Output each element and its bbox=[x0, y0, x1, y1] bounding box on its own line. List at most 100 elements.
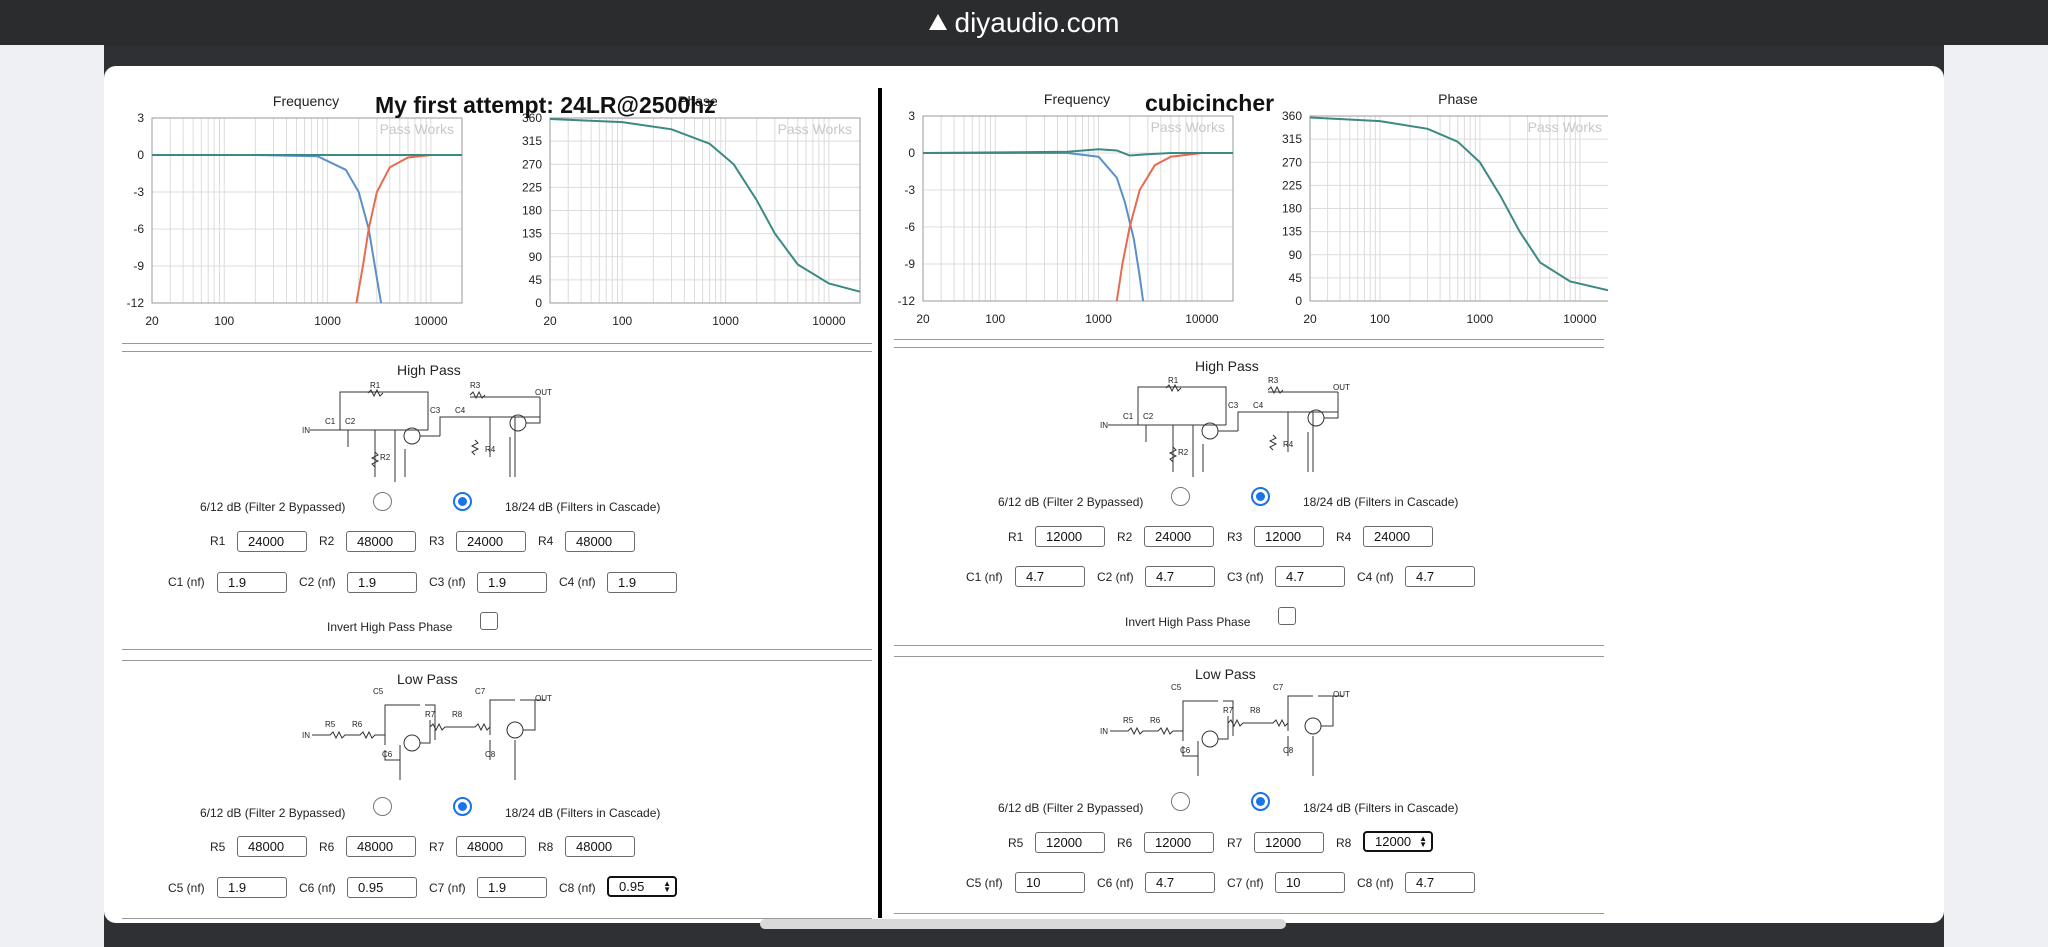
svg-text:C7: C7 bbox=[1273, 683, 1284, 692]
c8-input[interactable]: 4.7 bbox=[1405, 872, 1475, 893]
c3-input[interactable]: 1.9 bbox=[477, 572, 547, 593]
invert-hp-checkbox[interactable] bbox=[480, 612, 498, 630]
separator bbox=[894, 339, 1604, 340]
c1-input[interactable]: 1.9 bbox=[217, 572, 287, 593]
r6-label: R6 bbox=[319, 840, 335, 854]
x-tick-label: 1000 bbox=[314, 314, 341, 328]
y-tick-label: 270 bbox=[1282, 155, 1302, 169]
r6-input[interactable]: 48000 bbox=[346, 836, 416, 857]
r4-input[interactable]: 24000 bbox=[1363, 526, 1433, 547]
c6-input[interactable]: 4.7 bbox=[1145, 872, 1215, 893]
y-tick-label: -12 bbox=[127, 296, 145, 310]
r2-input[interactable]: 24000 bbox=[1144, 526, 1214, 547]
browser-address-bar[interactable]: diyaudio.com bbox=[0, 0, 2048, 45]
y-tick-label: 3 bbox=[137, 111, 144, 125]
c8-input[interactable]: 0.95 ▲ ▼ bbox=[607, 876, 677, 897]
c5-label: C5 (nf) bbox=[966, 876, 1003, 890]
c1-input[interactable]: 4.7 bbox=[1015, 566, 1085, 587]
lp-option-2-radio[interactable] bbox=[1251, 792, 1270, 811]
r7-label: R7 bbox=[429, 840, 445, 854]
c2-input[interactable]: 4.7 bbox=[1145, 566, 1215, 587]
hp-option-2-radio[interactable] bbox=[453, 492, 472, 511]
r1-input[interactable]: 24000 bbox=[237, 531, 307, 552]
svg-text:C5: C5 bbox=[373, 687, 384, 696]
r3-input[interactable]: 24000 bbox=[456, 531, 526, 552]
svg-text:R1: R1 bbox=[370, 381, 381, 390]
svg-text:C1: C1 bbox=[325, 417, 336, 426]
r5-input[interactable]: 12000 bbox=[1035, 832, 1105, 853]
separator bbox=[122, 649, 872, 650]
y-tick-label: 270 bbox=[522, 157, 542, 171]
separator bbox=[894, 913, 1604, 914]
c8-value: 0.95 bbox=[619, 879, 645, 894]
left-phase-chart: 3603152702251801359045020 100 1000 10000Pha… bbox=[522, 93, 861, 328]
r7-label: R7 bbox=[1227, 836, 1243, 850]
c7-input[interactable]: 1.9 bbox=[477, 877, 547, 898]
invert-hp-checkbox[interactable] bbox=[1278, 607, 1296, 625]
svg-text:R4: R4 bbox=[1283, 440, 1294, 449]
svg-text:C4: C4 bbox=[1253, 401, 1264, 410]
right-margin bbox=[1944, 45, 2048, 947]
plot-frame bbox=[151, 117, 463, 304]
r1-input[interactable]: 12000 bbox=[1035, 526, 1105, 547]
spinner-arrows-icon[interactable]: ▲ ▼ bbox=[663, 880, 671, 894]
hp-option-2-radio[interactable] bbox=[1251, 487, 1270, 506]
r2-label: R2 bbox=[1117, 530, 1133, 544]
r7-input[interactable]: 12000 bbox=[1254, 832, 1324, 853]
x-tick-label: 100 bbox=[1370, 312, 1390, 326]
lp-option-1-label: 6/12 dB (Filter 2 Bypassed) bbox=[998, 801, 1144, 815]
separator bbox=[122, 918, 872, 919]
r7-input[interactable]: 48000 bbox=[456, 836, 526, 857]
svg-text:C6: C6 bbox=[382, 750, 393, 759]
lp-option-1-radio[interactable] bbox=[373, 797, 392, 816]
hp-option-1-radio[interactable] bbox=[373, 492, 392, 511]
horizontal-scrollbar[interactable] bbox=[760, 919, 1286, 929]
y-tick-label: 0 bbox=[908, 146, 915, 160]
y-tick-label: -9 bbox=[133, 259, 144, 273]
svg-text:OUT: OUT bbox=[1333, 383, 1350, 392]
r4-input[interactable]: 48000 bbox=[565, 531, 635, 552]
panel-divider bbox=[878, 88, 882, 918]
svg-text:R5: R5 bbox=[1123, 716, 1134, 725]
hp-option-1-radio[interactable] bbox=[1171, 487, 1190, 506]
c5-input[interactable]: 10 bbox=[1015, 872, 1085, 893]
c2-input[interactable]: 1.9 bbox=[347, 572, 417, 593]
c5-label: C5 (nf) bbox=[168, 881, 205, 895]
r2-input[interactable]: 48000 bbox=[346, 531, 416, 552]
plot-frame bbox=[922, 115, 1234, 302]
warning-icon bbox=[928, 13, 947, 30]
x-tick-label: 1000 bbox=[712, 314, 739, 328]
c4-input[interactable]: 1.9 bbox=[607, 572, 677, 593]
separator bbox=[122, 660, 872, 661]
y-tick-label: 0 bbox=[535, 296, 542, 310]
r5-input[interactable]: 48000 bbox=[237, 836, 307, 857]
c2-label: C2 (nf) bbox=[299, 575, 336, 589]
svg-text:C3: C3 bbox=[1228, 401, 1239, 410]
hp-option-1-label: 6/12 dB (Filter 2 Bypassed) bbox=[200, 500, 346, 514]
lp-option-1-radio[interactable] bbox=[1171, 792, 1190, 811]
pass-works-watermark: Pass Works bbox=[380, 121, 454, 137]
c3-input[interactable]: 4.7 bbox=[1275, 566, 1345, 587]
c6-input[interactable]: 0.95 bbox=[347, 877, 417, 898]
y-tick-label: 90 bbox=[1289, 248, 1303, 262]
domain-text: diyaudio.com bbox=[954, 6, 1120, 38]
svg-text:OUT: OUT bbox=[535, 388, 552, 397]
r3-input[interactable]: 12000 bbox=[1254, 526, 1324, 547]
r3-label: R3 bbox=[429, 534, 445, 548]
svg-text:IN: IN bbox=[1100, 421, 1108, 430]
c4-input[interactable]: 4.7 bbox=[1405, 566, 1475, 587]
r8-input[interactable]: 12000 ▲ ▼ bbox=[1363, 831, 1433, 852]
left-title: My first attempt: 24LR@2500hz bbox=[375, 92, 716, 118]
r3-label: R3 bbox=[1227, 530, 1243, 544]
y-tick-label: 225 bbox=[522, 180, 542, 194]
lp-option-2-radio[interactable] bbox=[453, 797, 472, 816]
right-title: cubicincher bbox=[1145, 90, 1275, 116]
y-tick-label: 180 bbox=[522, 204, 542, 218]
separator bbox=[122, 343, 872, 344]
x-tick-label: 10000 bbox=[1185, 312, 1219, 326]
c7-input[interactable]: 10 bbox=[1275, 872, 1345, 893]
r6-input[interactable]: 12000 bbox=[1144, 832, 1214, 853]
c5-input[interactable]: 1.9 bbox=[217, 877, 287, 898]
r8-input[interactable]: 48000 bbox=[565, 836, 635, 857]
spinner-arrows-icon[interactable]: ▲ ▼ bbox=[1419, 835, 1427, 849]
